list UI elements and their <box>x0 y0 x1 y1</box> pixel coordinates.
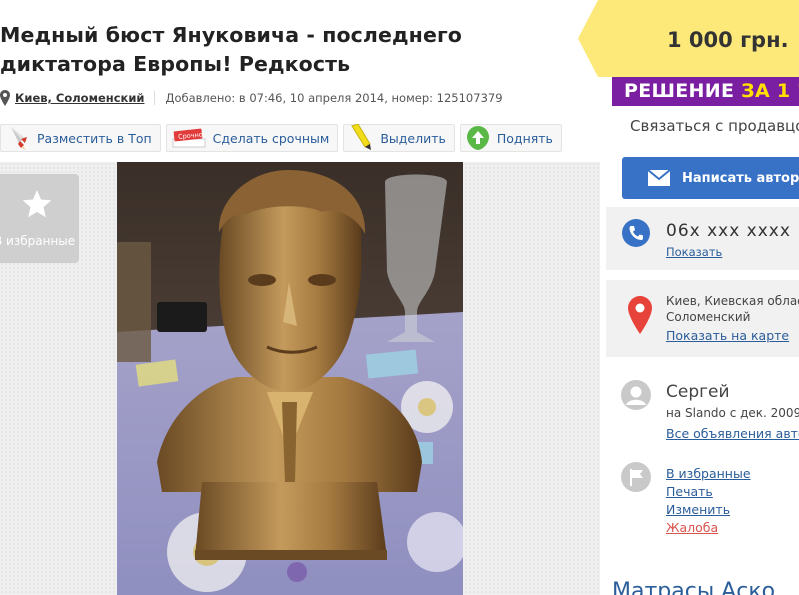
favorites-link[interactable]: В избранные <box>666 466 751 481</box>
meta-divider <box>154 91 156 105</box>
raise-button[interactable]: Поднять <box>459 124 562 152</box>
envelope-icon <box>648 170 670 186</box>
related-ad-link[interactable]: Матрасы Аско <box>612 579 775 595</box>
seller-name: Сергей <box>666 382 730 402</box>
seller-since: на Slando с дек. 2009 <box>666 406 799 420</box>
promote-top-label: Разместить в Топ <box>37 130 152 146</box>
ad-meta: Киев, Соломенский Добавлено: в 07:46, 10… <box>0 89 503 107</box>
phone-number: 06x xxx xxxx <box>666 221 791 241</box>
seller-address: Киев, Киевская область Соломенский <box>666 293 799 325</box>
favorites-label: В избранные <box>0 234 76 248</box>
contact-seller-heading: Связаться с продавцом <box>630 117 799 135</box>
location-pin-icon <box>0 90 10 106</box>
raise-up-icon <box>465 125 491 151</box>
print-link[interactable]: Печать <box>666 484 713 499</box>
highlighter-icon <box>348 124 374 151</box>
ad-title-line-2: диктатора Европы! Редкость <box>0 52 351 76</box>
star-icon <box>22 190 52 218</box>
write-author-label: Написать автору <box>682 170 799 186</box>
ad-title: Медный бюст Януковича - последнего дикта… <box>0 21 540 79</box>
show-phone-link[interactable]: Показать <box>666 245 722 259</box>
highlight-label: Выделить <box>380 130 446 146</box>
map-pin-icon <box>628 296 652 334</box>
complaint-link[interactable]: Жалоба <box>666 520 718 535</box>
rocket-icon <box>5 125 31 151</box>
write-author-button[interactable]: Написать автору <box>622 157 799 199</box>
make-urgent-button[interactable]: Срочно Сделать срочным <box>165 124 339 152</box>
bronze-bust-photo <box>117 162 463 595</box>
promote-top-button[interactable]: Разместить в Топ <box>0 124 161 152</box>
ad-title-line-1: Медный бюст Януковича - последнего <box>0 23 462 47</box>
highlight-button[interactable]: Выделить <box>343 124 455 152</box>
ad-actions-toolbar: Разместить в Топ Срочно Сделать срочным … <box>0 124 562 152</box>
urgent-tag-icon: Срочно <box>171 125 207 151</box>
ad-main-column: Медный бюст Януковича - последнего дикта… <box>0 0 600 595</box>
flag-icon <box>621 462 651 492</box>
ad-main-photo[interactable] <box>117 162 463 595</box>
user-avatar-icon <box>621 380 651 410</box>
promo-text-yellow: ЗА 1 Ч <box>741 80 799 102</box>
all-seller-ads-link[interactable]: Все объявления автора <box>666 426 799 441</box>
phone-icon <box>622 219 650 247</box>
ad-location-link[interactable]: Киев, Соломенский <box>15 91 144 105</box>
add-to-favorites-button[interactable]: В избранные <box>0 174 79 263</box>
address-line-1: Киев, Киевская область <box>666 294 799 308</box>
ad-added-info: Добавлено: в 07:46, 10 апреля 2014, номе… <box>165 91 503 105</box>
make-urgent-label: Сделать срочным <box>212 130 330 146</box>
ad-price: 1 000 грн. <box>667 28 789 52</box>
show-on-map-link[interactable]: Показать на карте <box>666 328 789 343</box>
promo-banner[interactable]: РЕШЕНИЕ ЗА 1 Ч <box>612 77 799 106</box>
edit-link[interactable]: Изменить <box>666 502 730 517</box>
address-line-2: Соломенский <box>666 310 751 324</box>
promo-text-white: РЕШЕНИЕ <box>624 80 735 102</box>
raise-label: Поднять <box>496 130 553 146</box>
